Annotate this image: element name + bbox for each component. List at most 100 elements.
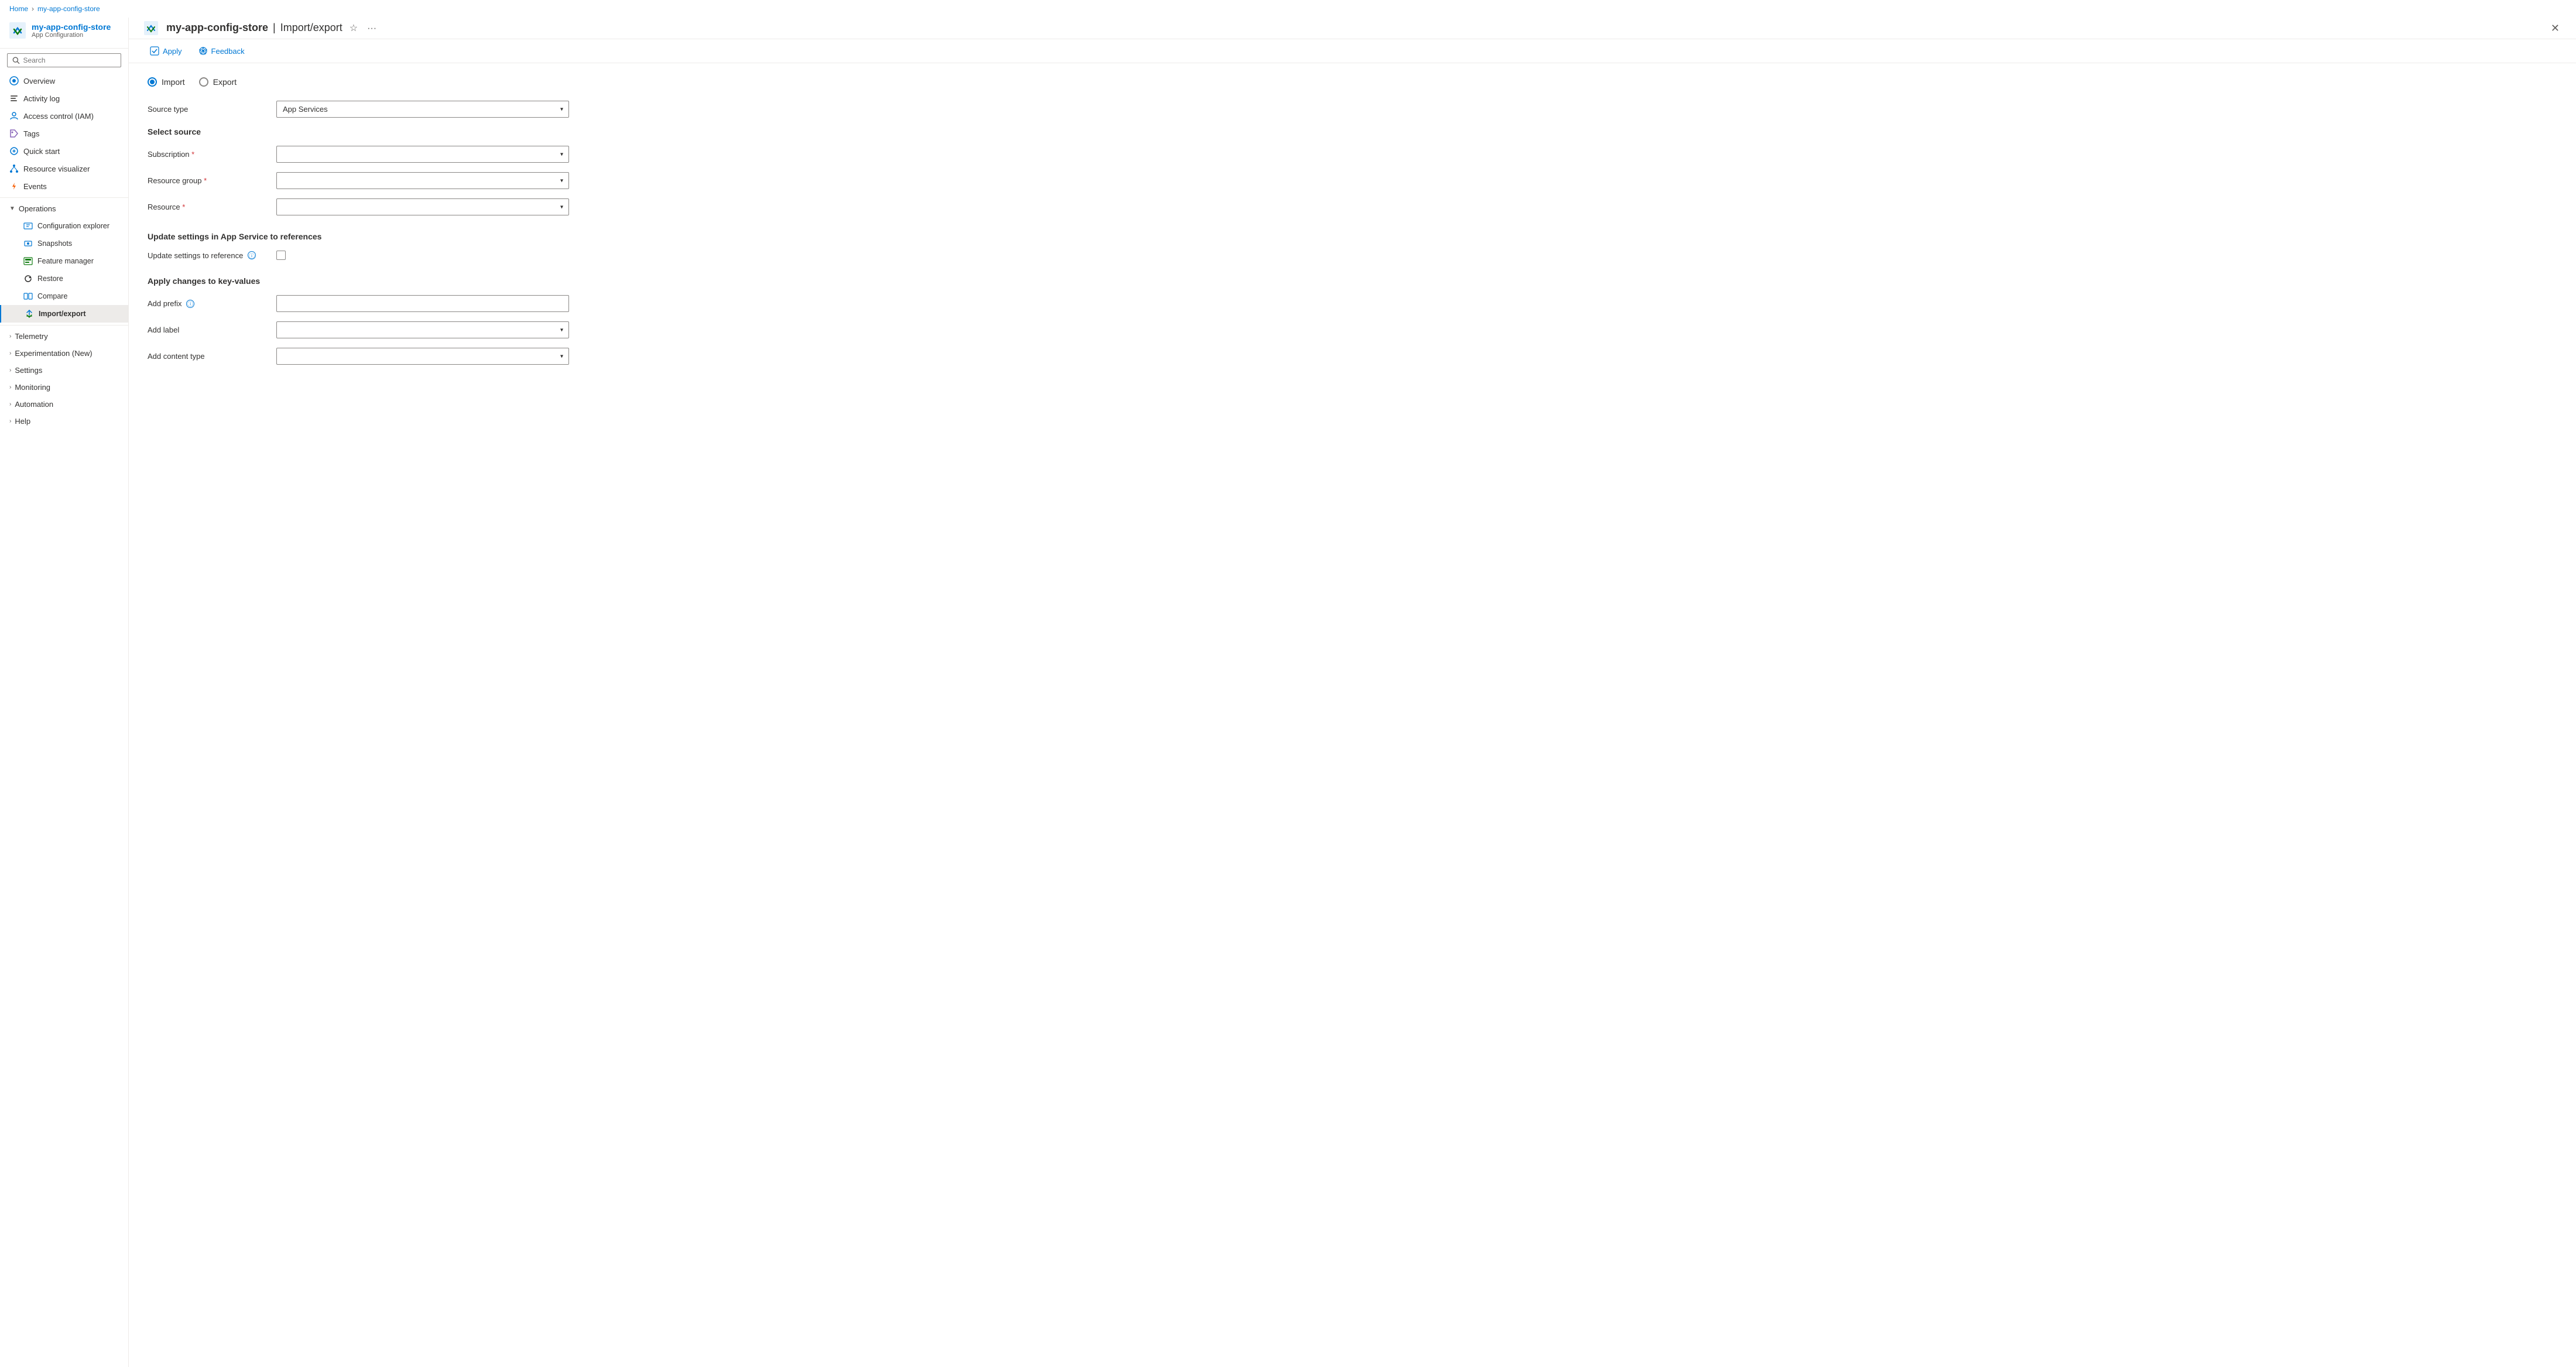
resource-group-row: Resource group * ▾ bbox=[148, 172, 2557, 189]
sidebar-item-operations[interactable]: ▼ Operations bbox=[0, 200, 128, 217]
sidebar-item-configuration-explorer[interactable]: Configuration explorer bbox=[0, 217, 128, 235]
chevron-right-icon: › bbox=[9, 401, 11, 407]
search-icon bbox=[12, 56, 20, 64]
sidebar-title-block: my-app-config-store App Configuration bbox=[0, 18, 128, 49]
update-settings-control bbox=[276, 251, 569, 260]
sidebar-item-activity-log[interactable]: Activity log bbox=[0, 90, 128, 107]
resource-label: Resource * bbox=[148, 203, 276, 211]
sidebar-item-telemetry[interactable]: › Telemetry bbox=[0, 328, 128, 345]
snapshots-icon bbox=[23, 239, 33, 248]
export-radio-circle bbox=[199, 77, 208, 87]
update-settings-info-icon[interactable]: ⓘ bbox=[248, 251, 256, 259]
sidebar-item-snapshots[interactable]: Snapshots bbox=[0, 235, 128, 252]
import-label: Import bbox=[162, 77, 185, 87]
sidebar-item-tags[interactable]: Tags bbox=[0, 125, 128, 142]
update-settings-checkbox-row bbox=[276, 251, 569, 260]
update-settings-row: Update settings to reference ⓘ bbox=[148, 251, 2557, 260]
source-type-dropdown[interactable]: App ServicesConfiguration fileApp Config… bbox=[276, 101, 569, 118]
sidebar-nav: Overview Activity log Access control (IA… bbox=[0, 72, 128, 430]
breadcrumb-resource[interactable]: my-app-config-store bbox=[37, 5, 100, 13]
sidebar-item-label: Compare bbox=[37, 292, 67, 300]
sidebar-item-restore[interactable]: Restore bbox=[0, 270, 128, 287]
sidebar-item-monitoring[interactable]: › Monitoring bbox=[0, 379, 128, 396]
export-radio[interactable]: Export bbox=[199, 77, 237, 87]
toolbar: Apply Feedback bbox=[129, 39, 2576, 63]
update-settings-checkbox[interactable] bbox=[276, 251, 286, 260]
subscription-dropdown[interactable] bbox=[276, 146, 569, 163]
sidebar-item-quickstart[interactable]: Quick start bbox=[0, 142, 128, 160]
breadcrumb: Home › my-app-config-store bbox=[0, 0, 2576, 18]
resource-group-dropdown[interactable] bbox=[276, 172, 569, 189]
add-content-type-control: ▾ bbox=[276, 348, 569, 365]
feedback-button[interactable]: Feedback bbox=[191, 43, 252, 59]
search-input[interactable] bbox=[23, 56, 116, 64]
sidebar-item-automation[interactable]: › Automation bbox=[0, 396, 128, 413]
resource-control: ▾ bbox=[276, 198, 569, 215]
divider bbox=[0, 325, 128, 326]
content-area: Import Export Source type App ServicesCo… bbox=[129, 63, 2576, 1367]
sidebar-item-compare[interactable]: Compare bbox=[0, 287, 128, 305]
import-radio-circle bbox=[148, 77, 157, 87]
update-settings-section: Update settings in App Service to refere… bbox=[148, 232, 2557, 260]
resource-row: Resource * ▾ bbox=[148, 198, 2557, 215]
sidebar-item-label: Snapshots bbox=[37, 239, 72, 248]
source-type-control: App ServicesConfiguration fileApp Config… bbox=[276, 101, 569, 118]
sidebar-item-help[interactable]: › Help bbox=[0, 413, 128, 430]
apply-button[interactable]: Apply bbox=[143, 43, 189, 59]
sidebar-item-label: Resource visualizer bbox=[23, 165, 90, 173]
add-content-type-dropdown[interactable] bbox=[276, 348, 569, 365]
subscription-label: Subscription * bbox=[148, 150, 276, 159]
page-name-title: Import/export bbox=[280, 22, 342, 34]
main-content: my-app-config-store | Import/export ☆ ··… bbox=[129, 18, 2576, 1367]
apply-changes-title: Apply changes to key-values bbox=[148, 276, 2557, 286]
sidebar-item-label: Operations bbox=[19, 204, 56, 213]
sidebar-item-overview[interactable]: Overview bbox=[0, 72, 128, 90]
resource-visualizer-icon bbox=[9, 164, 19, 173]
sidebar-item-experimentation[interactable]: › Experimentation (New) bbox=[0, 345, 128, 362]
resource-dropdown[interactable] bbox=[276, 198, 569, 215]
resource-group-label: Resource group * bbox=[148, 176, 276, 185]
search-box[interactable] bbox=[7, 53, 121, 67]
header-app-icon bbox=[143, 20, 159, 36]
chevron-down-icon: ▼ bbox=[9, 205, 15, 212]
add-prefix-input[interactable] bbox=[276, 295, 569, 312]
sidebar-item-feature-manager[interactable]: Feature manager bbox=[0, 252, 128, 270]
source-type-row: Source type App ServicesConfiguration fi… bbox=[148, 101, 2557, 118]
sidebar-item-label: Feature manager bbox=[37, 257, 94, 265]
breadcrumb-home[interactable]: Home bbox=[9, 5, 28, 13]
select-source-section: Select source Subscription * ▾ bbox=[148, 127, 2557, 215]
chevron-right-icon: › bbox=[9, 384, 11, 390]
chevron-right-icon: › bbox=[9, 333, 11, 340]
favorite-button[interactable]: ☆ bbox=[347, 21, 360, 35]
configuration-explorer-icon bbox=[23, 221, 33, 231]
sidebar-item-events[interactable]: Events bbox=[0, 177, 128, 195]
update-settings-title: Update settings in App Service to refere… bbox=[148, 232, 2557, 241]
add-content-type-row: Add content type ▾ bbox=[148, 348, 2557, 365]
apply-changes-section: Apply changes to key-values Add prefix ⓘ… bbox=[148, 276, 2557, 365]
add-prefix-row: Add prefix ⓘ bbox=[148, 295, 2557, 312]
add-content-type-label: Add content type bbox=[148, 352, 276, 361]
sidebar-item-label: Import/export bbox=[39, 310, 86, 318]
sidebar-item-resource-visualizer[interactable]: Resource visualizer bbox=[0, 160, 128, 177]
sidebar-item-iam[interactable]: Access control (IAM) bbox=[0, 107, 128, 125]
resource-group-control: ▾ bbox=[276, 172, 569, 189]
import-export-toggle: Import Export bbox=[148, 77, 2557, 87]
sidebar-item-import-export[interactable]: Import/export bbox=[0, 305, 128, 323]
sidebar-item-label: Restore bbox=[37, 275, 63, 283]
feature-manager-icon bbox=[23, 256, 33, 266]
sidebar-item-label: Access control (IAM) bbox=[23, 112, 94, 121]
more-options-button[interactable]: ··· bbox=[365, 22, 379, 35]
chevron-right-icon: › bbox=[9, 418, 11, 424]
close-button[interactable]: ✕ bbox=[2548, 21, 2562, 36]
add-label-dropdown[interactable] bbox=[276, 321, 569, 338]
add-prefix-control bbox=[276, 295, 569, 312]
sidebar-item-settings[interactable]: › Settings bbox=[0, 362, 128, 379]
sidebar-item-label: Configuration explorer bbox=[37, 222, 109, 230]
add-prefix-info-icon[interactable]: ⓘ bbox=[186, 300, 194, 308]
sidebar-item-label: Events bbox=[23, 182, 47, 191]
sidebar-item-label: Telemetry bbox=[15, 332, 47, 341]
app-config-icon bbox=[9, 22, 26, 39]
import-radio[interactable]: Import bbox=[148, 77, 185, 87]
restore-icon bbox=[23, 274, 33, 283]
feedback-icon bbox=[198, 46, 208, 56]
